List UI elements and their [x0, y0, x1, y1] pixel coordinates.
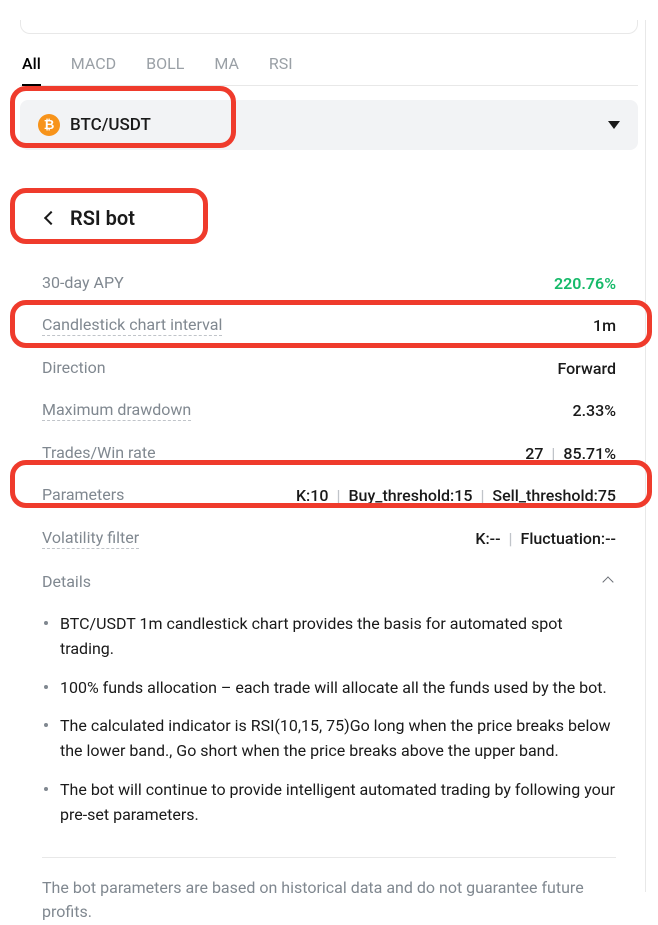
detail-item: 100% funds allocation – each trade will … — [42, 669, 616, 708]
top-card-edge — [20, 20, 638, 34]
right-border — [645, 20, 646, 892]
back-icon[interactable] — [44, 211, 58, 225]
stat-volatility: Volatility filter K:-- | Fluctuation:-- — [42, 517, 616, 560]
tab-all[interactable]: All — [22, 46, 41, 85]
stat-trades: Trades/Win rate 27 | 85.71% — [42, 432, 616, 474]
drawdown-label: Maximum drawdown — [42, 400, 191, 421]
bot-section: RSI bot 30-day APY 220.76% Candlestick c… — [20, 206, 638, 925]
chevron-up-icon — [602, 576, 613, 587]
trades-count: 27 — [525, 444, 543, 463]
bitcoin-icon: ₿ — [38, 114, 60, 136]
tab-boll[interactable]: BOLL — [146, 46, 184, 85]
trades-label: Trades/Win rate — [42, 443, 156, 463]
params-value: K:10 | Buy_threshold:15 | Sell_threshold:75 — [296, 486, 616, 505]
stats-list: 30-day APY 220.76% Candlestick chart int… — [20, 262, 638, 925]
sep-icon: | — [509, 529, 513, 548]
pair-symbol: BTC/USDT — [70, 115, 151, 135]
interval-value: 1m — [593, 316, 616, 335]
caret-down-icon — [608, 121, 620, 129]
trades-value: 27 | 85.71% — [525, 444, 616, 463]
bot-header: RSI bot — [20, 206, 638, 230]
apy-value: 220.76% — [554, 274, 616, 293]
details-toggle[interactable]: Details — [42, 560, 616, 597]
volatility-fluctuation: Fluctuation:-- — [521, 529, 616, 548]
indicator-tabs: All MACD BOLL MA RSI — [20, 46, 638, 86]
sep-icon: | — [336, 486, 340, 505]
pair-dropdown[interactable]: ₿ BTC/USDT — [20, 100, 638, 150]
apy-label: 30-day APY — [42, 273, 124, 293]
params-k: K:10 — [296, 486, 329, 505]
tab-rsi[interactable]: RSI — [269, 46, 293, 85]
detail-item: The bot will continue to provide intelli… — [42, 771, 616, 835]
stat-interval: Candlestick chart interval 1m — [42, 304, 616, 347]
trades-winrate: 85.71% — [563, 444, 616, 463]
drawdown-value: 2.33% — [572, 401, 616, 420]
pair-left: ₿ BTC/USDT — [38, 114, 151, 136]
tab-ma[interactable]: MA — [214, 46, 239, 85]
stat-direction: Direction Forward — [42, 347, 616, 389]
sep-icon: | — [480, 486, 484, 505]
sep-icon: | — [551, 444, 555, 463]
direction-label: Direction — [42, 358, 106, 378]
disclaimer-text: The bot parameters are based on historic… — [42, 858, 616, 925]
tab-macd[interactable]: MACD — [71, 46, 116, 85]
detail-item: The calculated indicator is RSI(10,15, 7… — [42, 707, 616, 771]
params-sell: Sell_threshold:75 — [492, 486, 616, 505]
interval-label: Candlestick chart interval — [42, 315, 222, 336]
details-list: BTC/USDT 1m candlestick chart provides t… — [42, 597, 616, 858]
volatility-label: Volatility filter — [42, 528, 139, 549]
details-label: Details — [42, 572, 91, 591]
stat-drawdown: Maximum drawdown 2.33% — [42, 389, 616, 432]
params-buy: Buy_threshold:15 — [348, 486, 472, 505]
stat-apy: 30-day APY 220.76% — [42, 262, 616, 304]
detail-item: BTC/USDT 1m candlestick chart provides t… — [42, 605, 616, 669]
direction-value: Forward — [557, 359, 616, 378]
bot-title: RSI bot — [70, 206, 135, 230]
volatility-k: K:-- — [475, 529, 500, 548]
pair-section: ₿ BTC/USDT — [20, 100, 638, 150]
params-label: Parameters — [42, 485, 124, 506]
stat-parameters: Parameters K:10 | Buy_threshold:15 | Sell_th… — [42, 474, 616, 517]
volatility-value: K:-- | Fluctuation:-- — [475, 529, 616, 548]
